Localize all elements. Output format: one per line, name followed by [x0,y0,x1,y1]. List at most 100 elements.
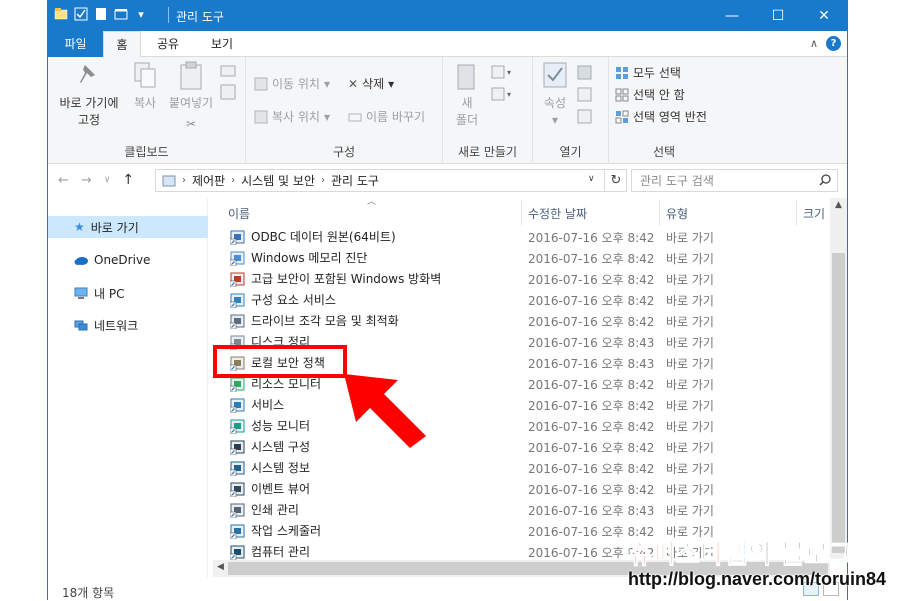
column-divider[interactable] [659,200,660,226]
copy-path-icon[interactable] [220,65,236,108]
nav-item-quick-access[interactable]: ★ 바로 가기 [48,216,208,238]
file-name-cell[interactable]: ODBC 데이터 원본(64비트) [230,228,396,245]
invert-selection-button[interactable]: 선택 영역 반전 [615,108,707,125]
properties-label: 속성 [543,96,567,110]
file-name-cell[interactable]: 이벤트 뷰어 [230,480,310,497]
table-row[interactable]: 드라이브 조각 모음 및 최적화 2016-07-16 오후 8:42 바로 가기 [213,310,823,331]
breadcrumb-admin-tools[interactable]: 관리 도구 [331,172,379,189]
breadcrumb-sep-icon: › [231,175,236,186]
rename-button[interactable]: 이름 바꾸기 [348,108,425,125]
close-button[interactable]: ✕ [801,0,847,31]
file-name-cell[interactable]: 구성 요소 서비스 [230,291,336,308]
column-name-header[interactable]: 이름 [228,205,250,222]
column-type-header[interactable]: 유형 [666,205,688,222]
pin-label-line2: 고정 [77,113,101,127]
new-folder-icon[interactable] [94,7,108,21]
invert-selection-icon [615,110,629,123]
folder-app-icon[interactable] [54,7,68,21]
copy-to-label: 복사 위치 [272,110,320,124]
rename-icon[interactable] [114,7,128,21]
move-to-button[interactable]: 이동 위치 ▾ [254,75,330,92]
file-name-cell[interactable]: 서비스 [230,396,284,413]
new-item-icon[interactable]: ▾ [491,65,517,82]
search-input[interactable]: 관리 도구 검색 [631,169,838,192]
title-separator [168,7,169,23]
breadcrumb-control-panel[interactable]: 제어판 [192,172,225,189]
file-name-cell[interactable]: 시스템 정보 [230,459,310,476]
back-arrow-icon[interactable]: ← [58,173,69,188]
file-type: 바로 가기 [666,294,714,308]
file-type: 바로 가기 [666,462,714,476]
new-folder-button[interactable]: 새 폴더 [449,61,485,129]
copy-to-button[interactable]: 복사 위치 ▾ [254,108,330,125]
table-row[interactable]: 구성 요소 서비스 2016-07-16 오후 8:42 바로 가기 [213,289,823,310]
qat-dropdown-icon[interactable]: ▾ [134,7,148,21]
breadcrumb-system-security[interactable]: 시스템 및 보안 [241,172,315,189]
file-name-cell[interactable]: 고급 보안이 포함된 Windows 방화벽 [230,270,441,287]
table-row[interactable]: 서비스 2016-07-16 오후 8:42 바로 가기 [213,394,823,415]
vertical-scroll-thumb[interactable] [832,253,845,553]
red-arrow-icon [344,374,426,448]
column-size-header[interactable]: 크기 [803,205,825,222]
recent-locations-icon[interactable]: ∨ [104,175,111,185]
address-bar[interactable]: › 제어판 › 시스템 및 보안 › 관리 도구 [155,169,627,192]
address-dropdown-icon[interactable]: ∨ [588,174,595,184]
file-name-cell[interactable]: 시스템 구성 [230,438,310,455]
tab-share[interactable]: 공유 [148,31,188,57]
column-divider[interactable] [521,200,522,226]
refresh-button[interactable]: ↻ [604,169,627,192]
select-none-button[interactable]: 선택 안 함 [615,86,685,103]
table-row[interactable]: 시스템 정보 2016-07-16 오후 8:42 바로 가기 [213,457,823,478]
file-name-cell[interactable]: 성능 모니터 [230,417,310,434]
table-row[interactable]: 고급 보안이 포함된 Windows 방화벽 2016-07-16 오후 8:42… [213,268,823,289]
nav-item-this-pc[interactable]: 내 PC [48,282,208,304]
file-name-cell[interactable]: 인쇄 관리 [230,501,299,518]
copy-button[interactable]: 복사 [128,61,162,112]
open-icon[interactable] [577,65,599,128]
up-arrow-icon[interactable]: ↑ [122,172,134,188]
paste-button[interactable]: 붙여넣기 ✂ [166,61,216,133]
delete-button[interactable]: ✕ 삭제 ▾ [348,75,394,92]
column-divider[interactable] [796,200,797,226]
cut-icon[interactable]: ✂ [166,116,216,133]
paste-icon [180,61,202,90]
file-type: 바로 가기 [666,399,714,413]
move-to-label: 이동 위치 [272,77,320,91]
easy-access-icon[interactable]: ▾ [491,87,517,104]
explorer-window: ▾ 관리 도구 — ☐ ✕ 파일 홈 공유 보기 ∧ ? 바로 가기에 고정 복… [47,0,848,600]
file-name-cell[interactable]: 컴퓨터 관리 [230,543,310,560]
file-name-cell[interactable]: Windows 메모리 진단 [230,249,367,266]
minimize-button[interactable]: — [709,0,755,31]
tab-file[interactable]: 파일 [48,31,103,57]
tab-home[interactable]: 홈 [103,31,141,58]
select-all-button[interactable]: 모두 선택 [615,64,681,81]
table-row[interactable]: Windows 메모리 진단 2016-07-16 오후 8:42 바로 가기 [213,247,823,268]
nav-item-network[interactable]: 네트워크 [48,314,208,336]
properties-button[interactable]: 속성 ▾ [537,61,573,129]
file-name-cell[interactable]: 드라이브 조각 모음 및 최적화 [230,312,399,329]
pin-quick-access-button[interactable]: 바로 가기에 고정 [54,61,124,129]
select-all-label: 모두 선택 [633,66,681,80]
properties-check-icon[interactable] [74,7,88,21]
vertical-scrollbar[interactable]: ▲ [830,198,847,560]
pin-label-line1: 바로 가기에 [59,96,119,110]
help-icon[interactable]: ? [826,36,841,51]
blog-watermark-url: http://blog.naver.com/toruin84 [628,569,887,589]
scroll-up-icon[interactable]: ▲ [830,200,847,210]
scroll-left-icon[interactable]: ◀ [217,562,224,572]
table-row[interactable]: 인쇄 관리 2016-07-16 오후 8:43 바로 가기 [213,499,823,520]
tab-view[interactable]: 보기 [200,31,244,57]
forward-arrow-icon[interactable]: → [81,173,92,188]
table-row[interactable]: ODBC 데이터 원본(64비트) 2016-07-16 오후 8:42 바로 가기 [213,226,823,247]
table-row[interactable]: 성능 모니터 2016-07-16 오후 8:42 바로 가기 [213,415,823,436]
file-list: ︿ 이름 수정한 날짜 유형 크기 ODBC 데이터 원본(64비트) 2016-… [213,198,830,560]
table-row[interactable]: 시스템 구성 2016-07-16 오후 8:42 바로 가기 [213,436,823,457]
file-type: 바로 가기 [666,231,714,245]
collapse-ribbon-icon[interactable]: ∧ [810,37,818,50]
nav-item-onedrive[interactable]: OneDrive [48,249,208,271]
breadcrumb-sep-icon: › [182,175,186,186]
table-row[interactable]: 이벤트 뷰어 2016-07-16 오후 8:42 바로 가기 [213,478,823,499]
maximize-button[interactable]: ☐ [755,0,801,31]
column-modified-header[interactable]: 수정한 날짜 [528,205,587,222]
file-name-cell[interactable]: 작업 스케줄러 [230,522,321,539]
